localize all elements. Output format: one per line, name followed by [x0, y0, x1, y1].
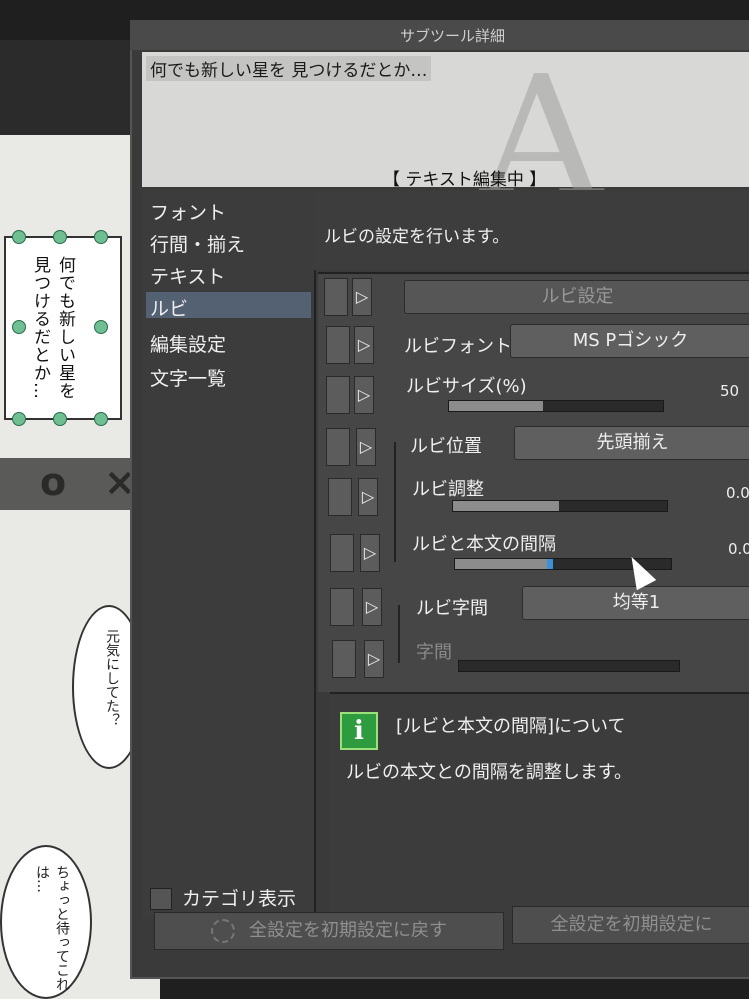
expand-arrow-icon[interactable]: ▷ [362, 588, 382, 626]
tree-line [394, 442, 396, 562]
resize-handle[interactable] [53, 412, 67, 426]
save-all-default-button[interactable]: 全設定を初期設定に [512, 906, 749, 944]
resize-handle[interactable] [94, 320, 108, 334]
category-description: ルビの設定を行います。 [324, 227, 510, 247]
property-toggle[interactable] [328, 478, 352, 516]
rotate-icon[interactable]: o [40, 460, 66, 504]
ruby-setting-button[interactable]: ルビ設定 [404, 280, 749, 314]
ruby-font-dropdown[interactable]: MS Pゴシック [510, 324, 749, 358]
expand-arrow-icon[interactable]: ▷ [356, 428, 376, 466]
ruby-position-dropdown[interactable]: 先頭揃え [514, 426, 749, 460]
category-list: フォント 行間・揃え テキスト ルビ 編集設定 文字一覧 [142, 190, 316, 918]
char-spacing-label: 字間 [416, 642, 452, 663]
ruby-size-value: 50 [720, 382, 740, 400]
vertical-text: 何でも新しい星を見つけるだとか… [30, 256, 75, 400]
ruby-gap-value: 0.0 [728, 540, 749, 558]
help-title: [ルビと本文の間隔]について [396, 716, 626, 737]
resize-handle[interactable] [12, 412, 26, 426]
property-toggle[interactable] [324, 278, 348, 316]
ruby-spacing-dropdown[interactable]: 均等1 [522, 586, 749, 620]
ruby-adjust-value: 0.0 [726, 484, 749, 502]
expand-arrow-icon[interactable]: ▷ [364, 640, 384, 678]
help-body: ルビの本文との間隔を調整します。 [346, 762, 633, 783]
property-toggle[interactable] [330, 588, 354, 626]
resize-handle[interactable] [53, 230, 67, 244]
ruby-size-label: ルビサイズ(%) [406, 376, 527, 397]
char-spacing-slider [458, 660, 680, 672]
category-ruby[interactable]: ルビ [150, 294, 188, 321]
expand-arrow-icon[interactable]: ▷ [358, 478, 378, 516]
tree-line [398, 605, 400, 663]
property-toggle[interactable] [326, 376, 350, 414]
category-font[interactable]: フォント [150, 198, 226, 225]
show-category-label: カテゴリ表示 [182, 888, 297, 910]
property-toggle[interactable] [330, 534, 354, 572]
reset-all-label: 全設定を初期設定に戻す [249, 920, 447, 941]
preview-sample-text: 何でも新しい星を 見つけるだとか… [146, 56, 432, 81]
ruby-position-label: ルビ位置 [410, 436, 482, 457]
editing-status: 【 テキスト編集中 】 [383, 170, 547, 190]
ruby-spacing-label: ルビ字間 [416, 598, 488, 619]
expand-arrow-icon[interactable]: ▷ [352, 278, 372, 316]
reset-icon [211, 919, 235, 943]
property-toggle[interactable] [326, 428, 350, 466]
category-edit-settings[interactable]: 編集設定 [150, 330, 226, 357]
property-toggle[interactable] [326, 326, 350, 364]
ruby-adjust-label: ルビ調整 [412, 479, 484, 500]
expand-arrow-icon[interactable]: ▷ [354, 376, 374, 414]
resize-handle[interactable] [12, 320, 26, 334]
ruby-adjust-slider[interactable] [452, 500, 668, 512]
ruby-font-label: ルビフォント [404, 336, 512, 357]
bubble-text: 元気にしてた？ [104, 629, 120, 727]
property-toggle[interactable] [332, 640, 356, 678]
resize-handle[interactable] [94, 412, 108, 426]
info-icon: i [340, 712, 378, 750]
category-text[interactable]: テキスト [150, 262, 225, 289]
show-category-checkbox[interactable] [150, 888, 172, 910]
ruby-gap-label: ルビと本文の間隔 [412, 534, 556, 555]
expand-arrow-icon[interactable]: ▷ [354, 326, 374, 364]
speech-bubble: ちょっと待ってこれは… [0, 845, 92, 999]
reset-all-button[interactable]: 全設定を初期設定に戻す [154, 912, 504, 950]
bubble-text: ちょっと待ってこれは… [34, 865, 70, 991]
resize-handle[interactable] [94, 230, 108, 244]
expand-arrow-icon[interactable]: ▷ [360, 534, 380, 572]
ruby-size-slider[interactable] [448, 400, 664, 412]
resize-handle[interactable] [12, 230, 26, 244]
category-character-list[interactable]: 文字一覧 [150, 364, 226, 391]
category-line-spacing[interactable]: 行間・揃え [150, 230, 245, 257]
